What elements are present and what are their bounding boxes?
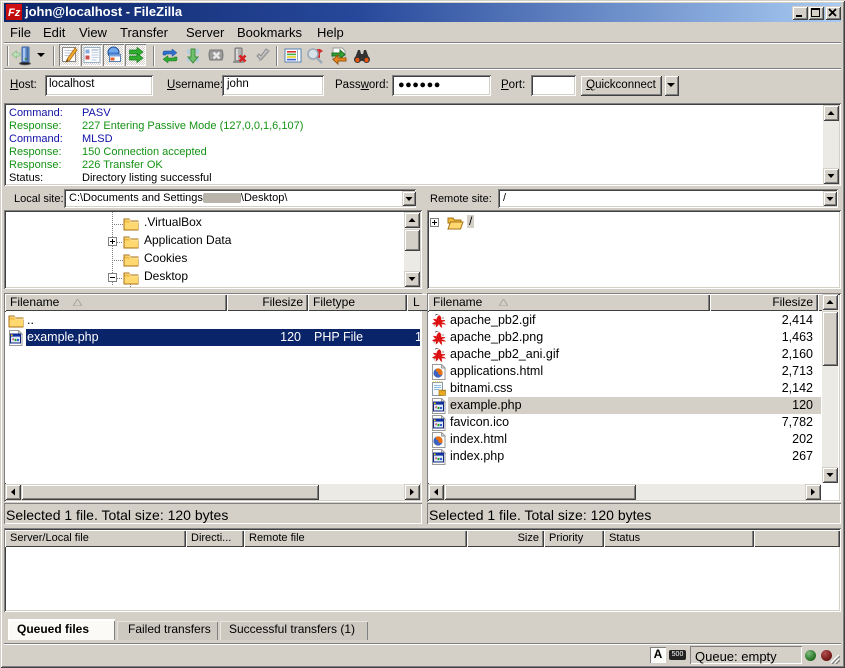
svg-text:Fz: Fz: [8, 7, 21, 19]
